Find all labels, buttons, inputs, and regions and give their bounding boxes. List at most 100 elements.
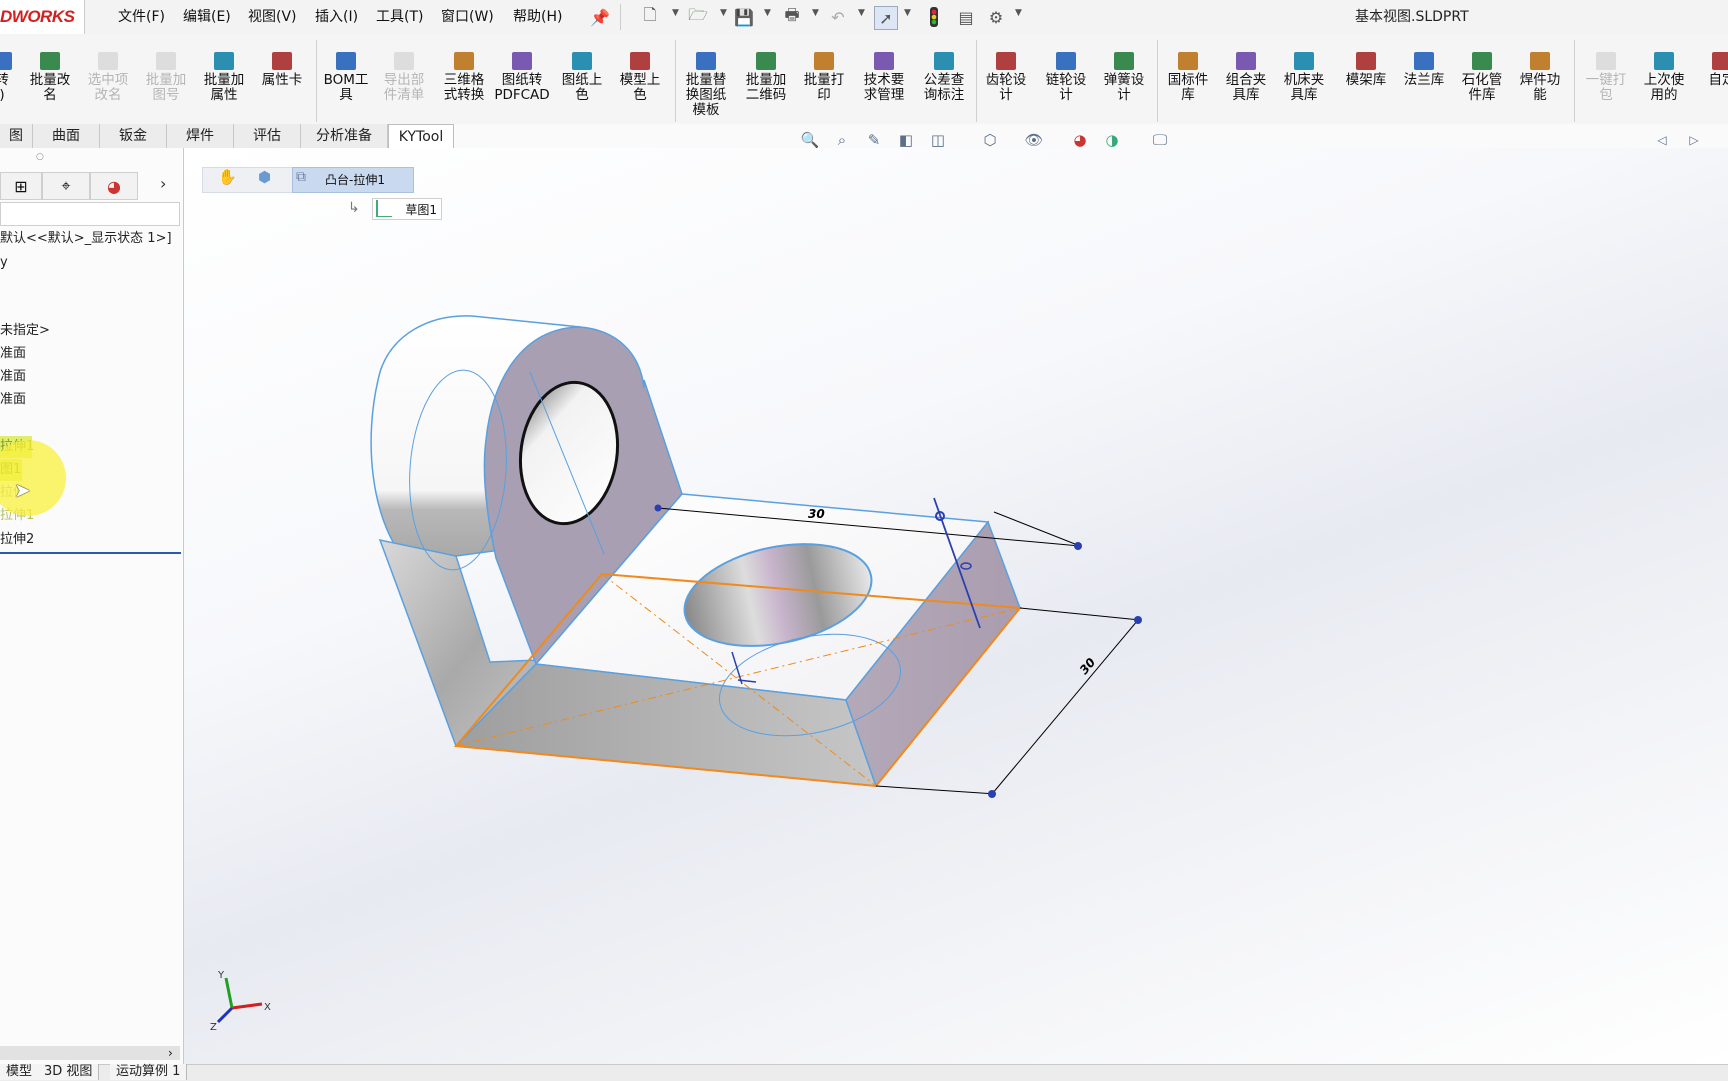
dynamic-annotation-icon[interactable]: ◫ <box>928 130 948 150</box>
menu-view[interactable]: 视图(V) <box>248 0 297 34</box>
menu-edit[interactable]: 编辑(E) <box>183 0 231 34</box>
menu-insert[interactable]: 插入(I) <box>315 0 358 34</box>
ribbon-tool-13[interactable]: 批量加 二维码 <box>738 52 794 103</box>
ribbon-tool-11[interactable]: 模型上 色 <box>612 52 668 103</box>
zoom-to-fit-icon[interactable]: 🔍 <box>800 130 820 150</box>
open-folder-icon[interactable]: 🗁 <box>688 6 708 28</box>
ribbon-tool-17[interactable]: 齿轮设 计 <box>978 52 1034 103</box>
menu-window[interactable]: 窗口(W) <box>441 0 494 34</box>
ribbon-tool-19[interactable]: 弹簧设 计 <box>1096 52 1152 103</box>
dimension-width-label[interactable]: 30 <box>808 507 825 521</box>
ribbon-tool-18[interactable]: 链轮设 计 <box>1038 52 1094 103</box>
print-dropdown-arrow[interactable]: ▼ <box>812 8 819 18</box>
hide-show-items-icon[interactable]: 👁 <box>1024 130 1044 150</box>
tab-evaluate[interactable]: 评估 <box>234 124 301 148</box>
save-icon[interactable]: 💾 <box>734 6 754 28</box>
tree-item-right-plane[interactable]: 准面 <box>0 389 26 411</box>
ribbon-tool-29[interactable]: 自定 <box>1694 52 1728 88</box>
tab-surface[interactable]: 曲面 <box>33 124 100 148</box>
panel-horizontal-scrollbar[interactable] <box>0 1046 180 1060</box>
new-document-icon[interactable]: 🗋 <box>640 6 660 28</box>
dimension-handle-2[interactable] <box>1074 542 1082 550</box>
section-view-icon[interactable]: ◧ <box>896 130 916 150</box>
panel-grip-icon[interactable]: ○ <box>36 152 44 162</box>
zoom-to-area-icon[interactable]: ⌕ <box>832 130 852 150</box>
ribbon-tool-26[interactable]: 焊件功 能 <box>1512 52 1568 103</box>
undo-icon[interactable]: ↶ <box>828 6 848 28</box>
panel-more-chevron-icon[interactable]: › <box>160 174 166 193</box>
select-arrow-icon[interactable]: ➚ <box>874 6 898 30</box>
dimension-handle-3[interactable] <box>1134 616 1142 624</box>
dimension-handle-1[interactable] <box>655 505 662 512</box>
ribbon-tool-9[interactable]: 图纸转 PDFCAD <box>494 52 550 103</box>
ribbon-tool-label: 链轮设 计 <box>1046 72 1087 103</box>
menu-file[interactable]: 文件(F) <box>118 0 165 34</box>
ribbon-tool-25[interactable]: 石化管 件库 <box>1454 52 1510 103</box>
options-dropdown-arrow[interactable]: ▼ <box>1015 8 1022 18</box>
tab-kytool[interactable]: KYTool <box>388 124 454 149</box>
ribbon-tool-14[interactable]: 批量打 印 <box>796 52 852 103</box>
menu-help[interactable]: 帮助(H) <box>513 0 562 34</box>
select-dropdown-arrow[interactable]: ▼ <box>904 8 911 18</box>
ribbon-tool-2[interactable]: 选中项 改名 <box>80 52 136 103</box>
ribbon-tool-4[interactable]: 批量加 属性 <box>196 52 252 103</box>
part-model-view[interactable]: 30 30 X Y Z <box>184 148 1728 1064</box>
tab-motion-study-1[interactable]: 运动算例 1 <box>110 1064 187 1080</box>
ribbon-tool-16[interactable]: 公差查 询标注 <box>916 52 972 103</box>
display-manager-tab-icon[interactable]: ◕ <box>90 172 138 200</box>
dimension-handle-4[interactable] <box>988 790 996 798</box>
pin-icon[interactable]: 📌 <box>590 6 610 28</box>
ribbon-tool-3[interactable]: 批量加 图号 <box>138 52 194 103</box>
tab-weldments[interactable]: 焊件 <box>167 124 234 148</box>
open-dropdown-arrow[interactable]: ▼ <box>720 8 727 18</box>
ribbon-tool-1[interactable]: 批量改 名 <box>22 52 78 103</box>
ribbon-tool-28[interactable]: 上次使 用的 <box>1636 52 1692 103</box>
ribbon-tool-22[interactable]: 机床夹 具库 <box>1276 52 1332 103</box>
edit-appearance-icon[interactable]: ◕ <box>1070 130 1090 150</box>
tree-item-history[interactable]: y <box>0 252 8 274</box>
ribbon-tool-12[interactable]: 批量替 换图纸 模板 <box>678 52 734 118</box>
ribbon-tool-23[interactable]: 模架库 <box>1338 52 1394 88</box>
tree-filter-input[interactable] <box>0 202 180 226</box>
undo-dropdown-arrow[interactable]: ▼ <box>858 8 865 18</box>
print-icon[interactable]: 🖶 <box>782 6 802 28</box>
collapse-right-icon[interactable]: ▷ <box>1684 130 1704 150</box>
tab-sketch[interactable]: 图 <box>0 124 33 148</box>
previous-view-icon[interactable]: ✎ <box>864 130 884 150</box>
configuration-manager-tab-icon[interactable]: ⌖ <box>42 172 90 200</box>
tab-model[interactable]: 模型 <box>0 1064 39 1080</box>
property-manager-tab-icon[interactable]: ⊞ <box>0 172 42 200</box>
ribbon-tool-7[interactable]: 导出部 件清单 <box>376 52 432 103</box>
ribbon-tool-5[interactable]: 属性卡 <box>254 52 310 88</box>
apply-scene-icon[interactable]: ◑ <box>1102 130 1122 150</box>
collapse-left-icon[interactable]: ◁ <box>1652 130 1672 150</box>
tree-item-front-plane[interactable]: 准面 <box>0 343 26 365</box>
ribbon-tool-10[interactable]: 图纸上 色 <box>554 52 610 103</box>
scroll-right-arrow-icon[interactable]: › <box>168 1046 173 1060</box>
view-settings-icon[interactable]: 🖵 <box>1150 130 1170 150</box>
tree-item-material[interactable]: 未指定> <box>0 320 50 342</box>
rollback-bar[interactable] <box>0 552 181 554</box>
ribbon-tool-15[interactable]: 技术要 求管理 <box>856 52 912 103</box>
ribbon-tool-6[interactable]: BOM工 具 <box>318 52 374 103</box>
view-orientation-icon[interactable]: ⬡ <box>980 130 1000 150</box>
file-properties-icon[interactable]: ▤ <box>956 6 976 28</box>
ribbon-tool-27[interactable]: 一键打 包 <box>1578 52 1634 103</box>
menu-tools[interactable]: 工具(T) <box>376 0 423 34</box>
tab-3d-views[interactable]: 3D 视图 <box>38 1064 99 1080</box>
tab-sheet-metal[interactable]: 钣金 <box>100 124 167 148</box>
options-gear-icon[interactable]: ⚙ <box>986 6 1006 28</box>
ribbon-tool-icon <box>40 52 60 70</box>
tree-item-top-plane[interactable]: 准面 <box>0 366 26 388</box>
tree-item-configuration[interactable]: 默认<<默认>_显示状态 1>] <box>0 228 172 250</box>
dimension-depth-label[interactable]: 30 <box>1077 655 1098 677</box>
tab-analysis-prep[interactable]: 分析准备 <box>301 124 388 148</box>
ribbon-tool-8[interactable]: 三维格 式转换 <box>436 52 492 103</box>
ribbon-tool-20[interactable]: 国标件 库 <box>1160 52 1216 103</box>
save-dropdown-arrow[interactable]: ▼ <box>764 8 771 18</box>
ribbon-tool-21[interactable]: 组合夹 具库 <box>1218 52 1274 103</box>
traffic-light-icon[interactable] <box>924 6 944 28</box>
ribbon-tool-24[interactable]: 法兰库 <box>1396 52 1452 88</box>
tree-item-cut-extrude2[interactable]: 拉伸2 <box>0 529 34 551</box>
new-dropdown-arrow[interactable]: ▼ <box>672 8 679 18</box>
